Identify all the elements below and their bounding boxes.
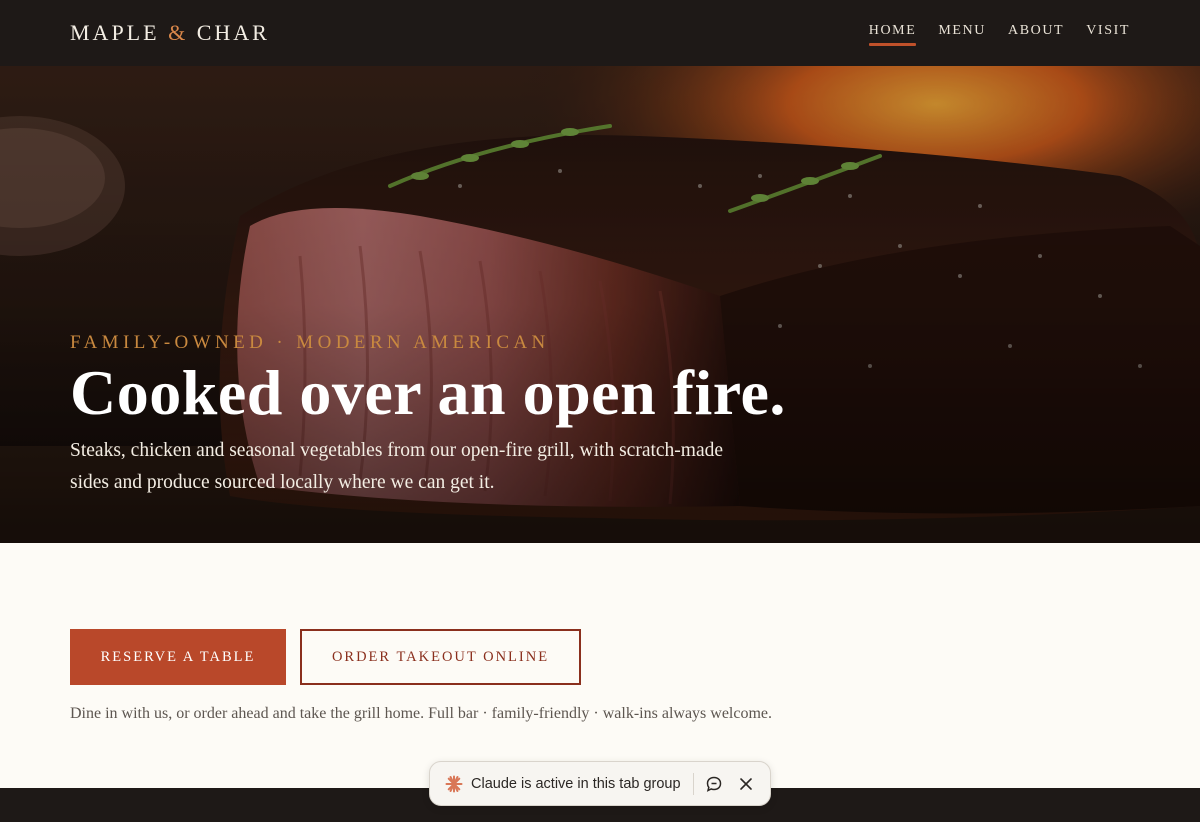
brand-name-left: MAPLE [70,20,160,45]
order-takeout-button[interactable]: ORDER TAKEOUT ONLINE [300,629,581,685]
brand-logo[interactable]: MAPLE & CHAR [70,20,270,46]
top-nav: MAPLE & CHAR HOME MENU ABOUT VISIT [0,0,1200,66]
claude-star-icon [445,775,463,793]
hero-subtext: Steaks, chicken and seasonal vegetables … [70,440,724,493]
hero-text: FAMILY-OWNED · MODERN AMERICAN Cooked ov… [70,332,970,499]
reserve-table-button[interactable]: RESERVE A TABLE [70,629,286,685]
hero-section: FAMILY-OWNED · MODERN AMERICAN Cooked ov… [0,66,1200,543]
dine-in-note: Dine in with us, or order ahead and take… [70,705,773,722]
nav-link-home[interactable]: HOME [868,23,917,46]
nav-link-menu[interactable]: MENU [938,23,986,43]
brand-name-right: CHAR [196,20,270,45]
nav-link-visit[interactable]: VISIT [1086,23,1130,43]
chat-icon[interactable] [698,768,730,800]
nav-links: HOME MENU ABOUT VISIT [868,23,1130,46]
claude-status-label: Claude is active in this tab group [471,775,681,792]
hero-eyebrow: FAMILY-OWNED · MODERN AMERICAN [70,332,550,353]
close-icon[interactable] [730,768,762,800]
claude-status-bar: Claude is active in this tab group [429,761,771,806]
cta-buttons: RESERVE A TABLE ORDER TAKEOUT ONLINE [70,629,581,685]
nav-link-about[interactable]: ABOUT [1008,23,1064,43]
brand-ampersand: & [168,20,189,45]
hero-headline: Cooked over an open fire. [70,357,786,428]
divider [692,772,694,795]
